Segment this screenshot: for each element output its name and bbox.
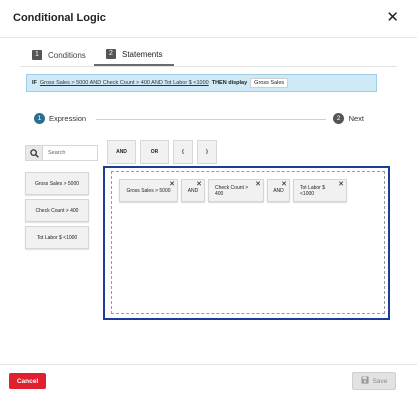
or-operator-button[interactable]: OR	[140, 140, 169, 164]
operator-buttons: AND OR ( )	[107, 140, 217, 164]
expression-chip[interactable]: Check Count > 400 ✕	[208, 179, 264, 202]
save-label: Save	[372, 377, 388, 385]
cancel-button[interactable]: Cancel	[9, 373, 46, 389]
remove-chip-icon[interactable]: ✕	[255, 181, 261, 188]
open-paren-button[interactable]: (	[173, 140, 193, 164]
close-paren-button[interactable]: )	[197, 140, 217, 164]
if-keyword: IF	[32, 80, 37, 86]
chip-label: Tot Labor $ <1000	[300, 184, 326, 197]
step-2-circle: 2	[333, 113, 344, 124]
tab-statements[interactable]: 2 Statements	[94, 44, 175, 66]
expression-chip[interactable]: AND ✕	[267, 179, 290, 202]
expression-drop-zone[interactable]: Gross Sales > 5000 ✕ AND ✕ Check Count >…	[103, 166, 390, 320]
available-conditions-list: Gross Sales > 5000 Check Count > 400 Tot…	[25, 172, 89, 249]
dialog-header: Conditional Logic ✕	[0, 0, 417, 38]
condition-item[interactable]: Check Count > 400	[25, 199, 89, 222]
tab-conditions[interactable]: 1 Conditions	[20, 44, 98, 66]
drop-zone-dashed-area: Gross Sales > 5000 ✕ AND ✕ Check Count >…	[111, 171, 385, 314]
condition-item[interactable]: Tot Labor $ <1000	[25, 226, 89, 249]
search-box	[25, 145, 98, 161]
condition-item[interactable]: Gross Sales > 5000	[25, 172, 89, 195]
step-1-label: Expression	[49, 114, 87, 123]
step-2-label: Next	[348, 114, 364, 123]
chip-label: AND	[273, 187, 284, 194]
expression-text: Gross Sales > 5000 AND Check Count > 400…	[39, 80, 209, 86]
remove-chip-icon[interactable]: ✕	[196, 181, 202, 188]
tab-label: Statements	[122, 49, 163, 59]
remove-chip-icon[interactable]: ✕	[169, 181, 175, 188]
remove-chip-icon[interactable]: ✕	[281, 181, 287, 188]
stepper-connector	[96, 119, 326, 120]
search-icon[interactable]	[25, 145, 43, 161]
search-input[interactable]	[43, 145, 98, 161]
tab-label: Conditions	[48, 50, 86, 60]
stepper: 1 Expression 2 Next	[34, 112, 364, 128]
expression-chips: Gross Sales > 5000 ✕ AND ✕ Check Count >…	[119, 179, 347, 202]
dialog-footer: Cancel Save	[0, 364, 417, 400]
tab-number-badge: 2	[106, 49, 116, 59]
close-icon[interactable]: ✕	[386, 9, 399, 27]
remove-chip-icon[interactable]: ✕	[338, 181, 344, 188]
save-icon	[360, 376, 369, 386]
formula-preview-banner: IF Gross Sales > 5000 AND Check Count > …	[26, 74, 377, 92]
expression-chip[interactable]: AND ✕	[181, 179, 205, 202]
tab-bar: 1 Conditions 2 Statements	[20, 38, 397, 67]
dialog-title: Conditional Logic	[13, 12, 106, 24]
conditional-logic-dialog: Conditional Logic ✕ 1 Conditions 2 State…	[0, 0, 417, 400]
chip-label: AND	[187, 187, 199, 194]
expression-chip[interactable]: Tot Labor $ <1000 ✕	[293, 179, 347, 202]
save-button[interactable]: Save	[352, 372, 396, 390]
tab-number-badge: 1	[32, 50, 42, 60]
and-operator-button[interactable]: AND	[107, 140, 136, 164]
then-keyword: THEN display	[211, 80, 248, 86]
expression-chip[interactable]: Gross Sales > 5000 ✕	[119, 179, 178, 202]
chip-label: Gross Sales > 5000	[126, 187, 171, 194]
chip-label: Check Count > 400	[215, 184, 249, 197]
display-value-chip: Gross Sales	[250, 78, 289, 88]
step-1-circle: 1	[34, 113, 45, 124]
